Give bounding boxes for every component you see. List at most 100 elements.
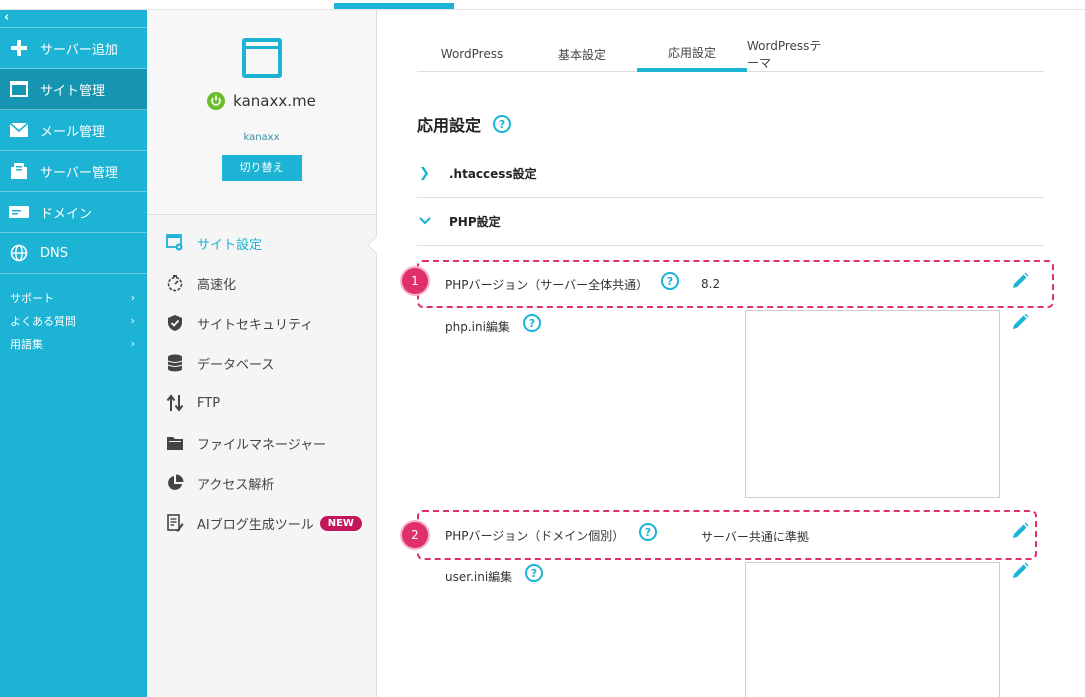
accordion-label: .htaccess設定	[449, 167, 537, 181]
nav-item-label: サーバー管理	[40, 165, 118, 181]
nav-item-label: ドメイン	[40, 206, 93, 222]
nav-item-label: サーバー追加	[40, 42, 118, 58]
stopwatch-icon	[165, 273, 185, 293]
php-version-server-value: 8.2	[701, 277, 721, 291]
site-settings-icon	[165, 233, 185, 253]
nav-item-domain[interactable]: ドメイン	[0, 192, 147, 233]
window-icon	[8, 81, 30, 97]
user-ini-textarea[interactable]	[745, 562, 1000, 697]
new-badge: NEW	[319, 515, 362, 531]
link-label: 用語集	[10, 337, 43, 351]
ai-blog-icon	[165, 513, 185, 533]
menu-item-label: ファイルマネージャー	[197, 437, 327, 453]
tab-advanced-settings[interactable]: 応用設定	[637, 36, 747, 72]
top-bar-accent	[334, 3, 454, 9]
menu-item-database[interactable]: データベース	[147, 343, 376, 383]
link-label: サポート	[10, 291, 54, 305]
server-icon	[8, 162, 30, 180]
chevron-left-icon: ‹	[4, 10, 10, 25]
nav-item-label: サイト管理	[40, 83, 106, 99]
nav-item-dns[interactable]: DNS	[0, 233, 147, 274]
menu-item-label: AIブログ生成ツール	[197, 517, 314, 533]
tab-wordpress-theme[interactable]: WordPressテーマ	[747, 36, 833, 72]
pie-chart-icon	[165, 473, 185, 493]
transfer-icon	[165, 393, 185, 413]
row-php-version-server: PHPバージョン（サーバー全体共通） ? 8.2	[417, 272, 1047, 296]
mail-icon	[8, 123, 30, 137]
help-icon[interactable]: ?	[493, 115, 512, 133]
site-domain: kanaxx.me	[233, 92, 316, 110]
power-icon	[207, 92, 226, 110]
collapse-nav-button[interactable]: ‹	[0, 10, 147, 28]
menu-item-label: 高速化	[197, 277, 237, 293]
menu-item-site-settings[interactable]: サイト設定	[147, 223, 376, 263]
user-ini-label: user.ini編集	[445, 570, 513, 584]
link-glossary[interactable]: 用語集 ›	[0, 332, 147, 355]
left-nav: ‹ サーバー追加 サイト管理 メール管理 サーバー管理 ドメイン DNS サポー…	[0, 10, 147, 697]
settings-tabs: WordPress 基本設定 応用設定 WordPressテーマ	[417, 36, 1044, 72]
site-card: kanaxx.me kanaxx 切り替え	[147, 10, 376, 215]
tab-basic-settings[interactable]: 基本設定	[527, 36, 637, 72]
nav-item-label: DNS	[40, 245, 68, 261]
php-version-server-label: PHPバージョン（サーバー全体共通）	[445, 278, 649, 292]
database-icon	[165, 353, 185, 373]
chevron-right-icon: ›	[130, 337, 135, 350]
menu-item-access-analysis[interactable]: アクセス解析	[147, 463, 376, 503]
folder-icon	[165, 433, 185, 453]
menu-item-label: アクセス解析	[197, 477, 275, 493]
page-title-row: 応用設定 ?	[417, 112, 512, 136]
pencil-icon	[1013, 522, 1029, 538]
chevron-down-icon	[417, 214, 449, 229]
link-support[interactable]: サポート ›	[0, 286, 147, 309]
site-menu: サイト設定 高速化 サイトセキュリティ データベース FTP ファイルマネージャ…	[147, 215, 376, 543]
help-icon[interactable]: ?	[523, 314, 541, 332]
pencil-icon	[1013, 562, 1029, 578]
menu-item-ai-blog[interactable]: AIブログ生成ツール NEW	[147, 503, 376, 543]
chevron-right-icon: ›	[130, 314, 135, 327]
top-bar	[0, 0, 1085, 10]
help-icon[interactable]: ?	[525, 564, 543, 582]
nav-item-label: メール管理	[40, 124, 106, 140]
chevron-right-icon: ❯	[419, 166, 430, 181]
site-panel: kanaxx.me kanaxx 切り替え サイト設定 高速化 サイトセキュリテ…	[147, 10, 387, 697]
nav-item-server-management[interactable]: サーバー管理	[0, 151, 147, 192]
domain-icon	[8, 206, 30, 218]
edit-php-version-server-button[interactable]	[1011, 272, 1029, 290]
support-links: サポート › よくある質問 › 用語集 ›	[0, 274, 147, 355]
help-icon[interactable]: ?	[639, 523, 657, 541]
chevron-right-icon: ›	[130, 291, 135, 304]
link-faq[interactable]: よくある質問 ›	[0, 309, 147, 332]
accordion-label: PHP設定	[449, 215, 501, 229]
site-user: kanaxx	[243, 132, 280, 143]
switch-site-button[interactable]: 切り替え	[221, 155, 302, 181]
php-ini-label: php.ini編集	[445, 320, 510, 334]
edit-php-ini-button[interactable]	[1011, 313, 1029, 331]
accordion-htaccess[interactable]: ❯ .htaccess設定	[417, 150, 1044, 198]
site-domain-row: kanaxx.me	[147, 92, 376, 110]
menu-item-label: サイトセキュリティ	[197, 317, 314, 333]
php-ini-textarea[interactable]	[745, 310, 1000, 498]
pencil-icon	[1013, 272, 1029, 288]
plus-icon	[8, 39, 30, 57]
edit-php-version-domain-button[interactable]	[1011, 522, 1029, 540]
nav-item-mail-management[interactable]: メール管理	[0, 110, 147, 151]
pencil-icon	[1013, 313, 1029, 329]
page-title: 応用設定	[417, 116, 482, 135]
menu-item-speedup[interactable]: 高速化	[147, 263, 376, 303]
nav-item-server-add[interactable]: サーバー追加	[0, 28, 147, 69]
main-content: WordPress 基本設定 応用設定 WordPressテーマ 応用設定 ? …	[377, 10, 1085, 697]
menu-item-ftp[interactable]: FTP	[147, 383, 376, 423]
accordion-php[interactable]: PHP設定	[417, 198, 1044, 246]
php-version-domain-value: サーバー共通に準拠	[701, 530, 809, 544]
menu-item-label: サイト設定	[197, 237, 263, 253]
menu-item-label: データベース	[197, 357, 275, 373]
php-version-domain-label: PHPバージョン（ドメイン個別）	[445, 529, 625, 543]
edit-user-ini-button[interactable]	[1011, 562, 1029, 580]
menu-item-site-security[interactable]: サイトセキュリティ	[147, 303, 376, 343]
menu-item-file-manager[interactable]: ファイルマネージャー	[147, 423, 376, 463]
tab-wordpress[interactable]: WordPress	[417, 36, 527, 72]
nav-item-site-management[interactable]: サイト管理	[0, 69, 147, 110]
help-icon[interactable]: ?	[661, 272, 679, 290]
shield-icon	[165, 313, 185, 333]
menu-item-label: FTP	[197, 395, 221, 411]
